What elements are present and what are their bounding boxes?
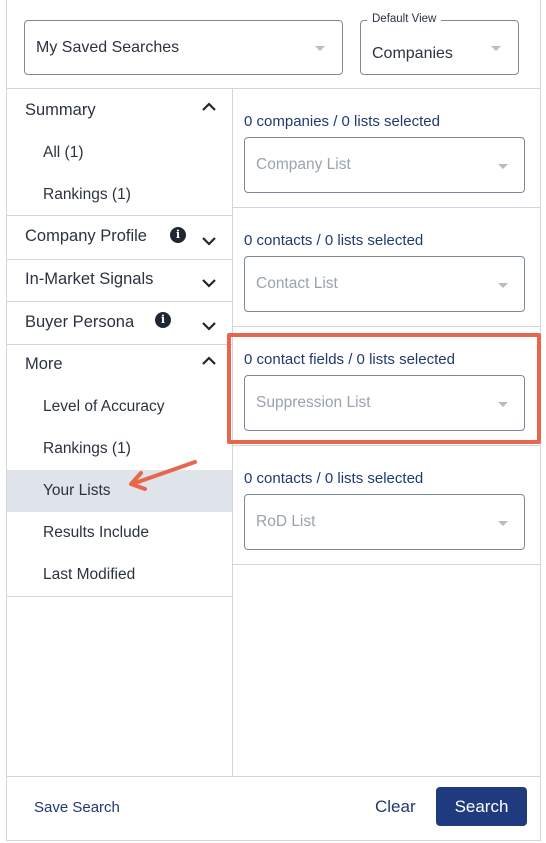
section-summary-label: Summary [25, 101, 96, 119]
rod-list-count: 0 contacts / 0 lists selected [244, 470, 424, 487]
chevron-down-icon [498, 402, 508, 407]
divider [7, 301, 233, 302]
filter-sidebar: Summary All (1) Rankings (1) Company Pro… [7, 89, 233, 776]
suppression-list-placeholder: Suppression List [256, 394, 371, 411]
company-list-count: 0 companies / 0 lists selected [244, 113, 440, 130]
section-company-profile-label: Company Profile [25, 227, 147, 245]
default-view-dropdown[interactable]: Default View Companies [360, 13, 519, 75]
search-panel: My Saved Searches Default View Companies… [6, 0, 541, 841]
default-view-legend: Default View [367, 13, 442, 25]
section-in-market-signals[interactable]: In-Market Signals [7, 270, 233, 294]
chevron-down-icon [315, 46, 325, 51]
section-more-label: More [25, 355, 63, 373]
footer-bar: Save Search Clear Search [7, 776, 540, 841]
top-bar: My Saved Searches Default View Companies [7, 0, 540, 89]
sidebar-item-rankings[interactable]: Rankings (1) [7, 174, 232, 216]
section-buyer-persona-label: Buyer Persona [25, 313, 135, 331]
saved-searches-dropdown[interactable]: My Saved Searches [24, 20, 343, 75]
sidebar-item-label: Your Lists [43, 482, 111, 499]
company-list-placeholder: Company List [256, 156, 351, 173]
contact-list-dropdown[interactable]: Contact List [244, 256, 525, 312]
company-list-dropdown[interactable]: Company List [244, 137, 525, 193]
chevron-down-icon [202, 322, 216, 331]
chevron-up-icon [202, 356, 216, 365]
section-more[interactable]: More [7, 355, 233, 379]
divider [7, 259, 233, 260]
suppression-list-block: 0 contact fields / 0 lists selected Supp… [233, 327, 541, 446]
info-icon[interactable]: i [170, 227, 186, 243]
saved-searches-label: My Saved Searches [36, 38, 180, 56]
rod-list-placeholder: RoD List [256, 513, 316, 530]
contact-list-placeholder: Contact List [256, 275, 338, 292]
chevron-down-icon [498, 164, 508, 169]
sidebar-item-all[interactable]: All (1) [7, 132, 232, 174]
default-view-value: Companies [372, 45, 453, 62]
chevron-down-icon [498, 521, 508, 526]
chevron-down-icon [498, 283, 508, 288]
divider [7, 344, 233, 345]
divider [7, 215, 233, 216]
company-list-block: 0 companies / 0 lists selected Company L… [233, 89, 541, 208]
chevron-down-icon [491, 46, 501, 51]
sidebar-item-label: Rankings (1) [43, 440, 131, 457]
contact-list-count: 0 contacts / 0 lists selected [244, 232, 424, 249]
contact-list-block: 0 contacts / 0 lists selected Contact Li… [233, 208, 541, 327]
sidebar-item-label: Level of Accuracy [43, 398, 165, 415]
sidebar-item-label: Results Include [43, 524, 149, 541]
info-icon[interactable]: i [155, 312, 171, 328]
section-summary[interactable]: Summary [7, 101, 233, 125]
chevron-down-icon [202, 279, 216, 288]
suppression-list-dropdown[interactable]: Suppression List [244, 375, 525, 431]
divider [7, 596, 233, 597]
section-in-market-signals-label: In-Market Signals [25, 270, 154, 288]
sidebar-item-label: Last Modified [43, 566, 136, 583]
sidebar-item-last-modified[interactable]: Last Modified [7, 554, 232, 596]
chevron-down-icon [202, 237, 216, 246]
sidebar-item-label: All (1) [43, 144, 84, 161]
rod-list-dropdown[interactable]: RoD List [244, 494, 525, 550]
save-search-link[interactable]: Save Search [34, 799, 120, 816]
sidebar-item-results-include[interactable]: Results Include [7, 512, 232, 554]
suppression-list-count: 0 contact fields / 0 lists selected [244, 351, 455, 368]
section-buyer-persona[interactable]: Buyer Persona i [7, 312, 233, 337]
annotation-arrow-icon [129, 460, 197, 491]
sidebar-item-label: Rankings (1) [43, 186, 131, 203]
lists-panel: 0 companies / 0 lists selected Company L… [233, 89, 541, 776]
clear-button[interactable]: Clear [375, 797, 416, 817]
sidebar-item-level-of-accuracy[interactable]: Level of Accuracy [7, 386, 232, 428]
search-button[interactable]: Search [436, 787, 527, 826]
chevron-up-icon [202, 102, 216, 111]
section-company-profile[interactable]: Company Profile i [7, 227, 233, 251]
sidebar-item-your-lists[interactable]: Your Lists [7, 460, 232, 512]
rod-list-block: 0 contacts / 0 lists selected RoD List [233, 446, 541, 565]
